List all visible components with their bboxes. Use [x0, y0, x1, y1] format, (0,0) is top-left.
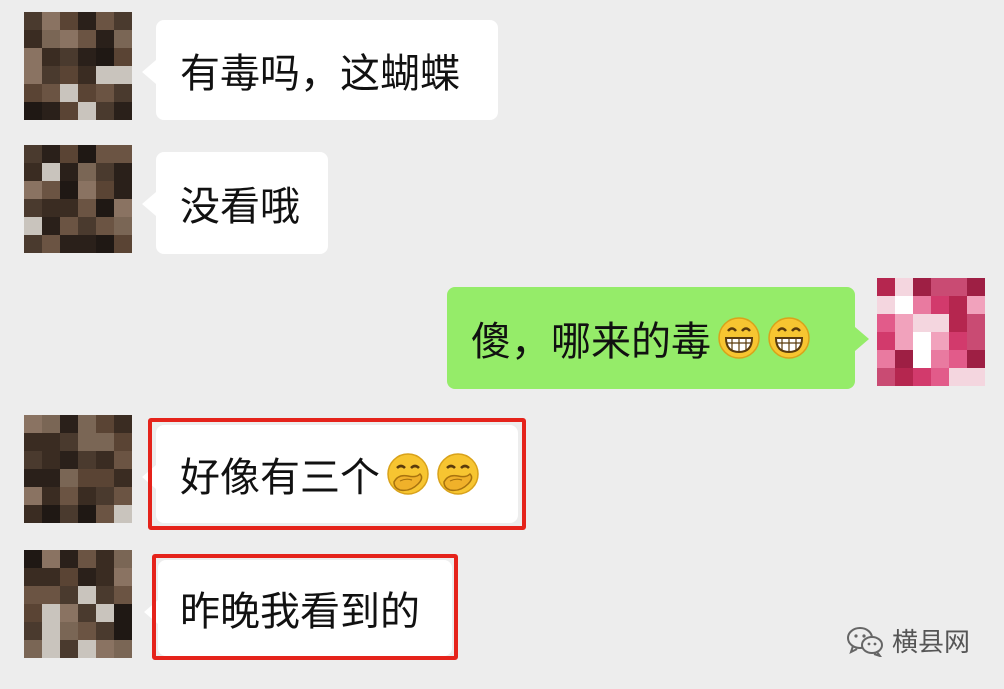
contact-avatar[interactable] — [24, 415, 132, 523]
grinning-face-icon — [768, 317, 810, 359]
contact-avatar[interactable] — [24, 12, 132, 120]
self-avatar[interactable] — [877, 278, 985, 386]
message-bubble[interactable]: 有毒吗，这蝴蝶 — [142, 20, 498, 120]
watermark: 横县网 — [846, 622, 970, 659]
message-bubble[interactable]: 没看哦 — [142, 152, 328, 254]
highlight-box — [148, 418, 526, 530]
watermark-text: 横县网 — [891, 628, 970, 658]
message-text: 有毒吗，这蝴蝶 — [180, 51, 460, 97]
message-text: 傻，哪来的毒 — [471, 319, 711, 365]
contact-avatar[interactable] — [24, 550, 132, 658]
highlight-box — [152, 554, 458, 660]
grinning-face-icon — [718, 317, 760, 359]
wechat-icon — [846, 626, 883, 657]
message-text: 没看哦 — [180, 184, 300, 230]
message-bubble-sent[interactable]: 傻，哪来的毒 — [447, 287, 869, 389]
contact-avatar[interactable] — [24, 145, 132, 253]
